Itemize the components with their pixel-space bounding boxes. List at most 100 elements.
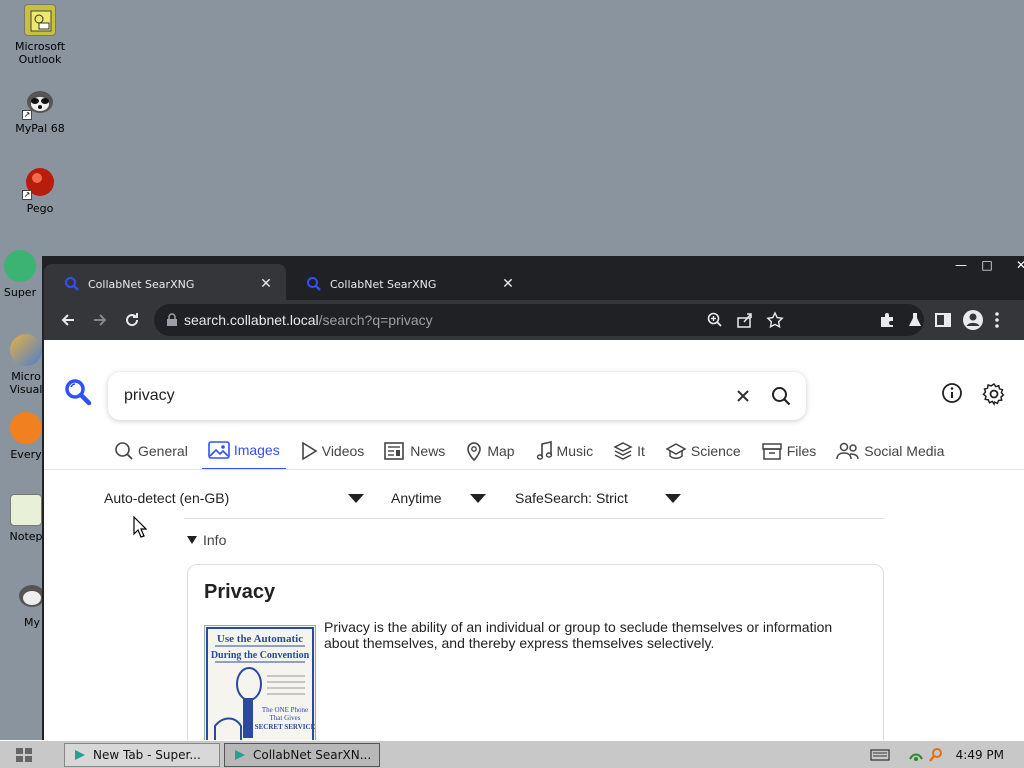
tab-searxng-1[interactable]: CollabNet SearXNG ✕ (44, 264, 286, 304)
everything-search-icon (10, 412, 42, 444)
search-icon (115, 442, 133, 460)
thumb-line-3: The ONE Phone (262, 706, 308, 714)
sidepanel-icon[interactable] (934, 311, 952, 329)
search-box[interactable]: privacy (108, 372, 806, 420)
category-tabs: General Images Videos News Map Music It … (108, 438, 958, 470)
search-submit-button[interactable] (762, 377, 800, 415)
info-toggle[interactable]: Info (187, 532, 226, 548)
start-button[interactable] (4, 743, 44, 767)
thumb-line-1: Use the Automatic (217, 633, 303, 645)
searxng-page: privacy General Images Videos News Map M… (44, 340, 1024, 740)
time-range-select[interactable]: Anytime (391, 484, 486, 512)
school-icon (665, 443, 687, 459)
taskbar-clock: 4:49 PM (955, 748, 1004, 762)
tab-label: Social Media (864, 443, 945, 459)
tab-label: Map (487, 443, 515, 459)
taskbar-item-new-tab[interactable]: New Tab - Super... (64, 743, 220, 767)
infobox: Privacy Use the Automatic During the Con… (187, 564, 884, 740)
tab-social-media[interactable]: Social Media (830, 438, 950, 470)
start-grid-icon (16, 747, 32, 762)
browser-window: — □ ✕ CollabNet SearXNG ✕ CollabNet Sear… (42, 256, 1024, 740)
tab-close-button[interactable]: ✕ (258, 276, 274, 292)
arrow-left-icon (61, 314, 74, 326)
browser-app-icon (235, 750, 245, 760)
searxng-logo-icon[interactable] (64, 378, 92, 406)
notepad-icon (10, 494, 42, 526)
shortcut-arrow-icon: ↗ (22, 190, 32, 200)
visual-studio-icon (10, 334, 42, 366)
share-icon[interactable] (736, 311, 754, 329)
desktop-icon-pego[interactable]: ↗ Pego (0, 166, 80, 215)
info-toggle-label: Info (203, 532, 227, 548)
desktop-icon-label: Pego (26, 202, 54, 215)
people-icon (836, 442, 860, 460)
arrow-right-icon (94, 314, 107, 326)
safesearch-value: SafeSearch: Strict (515, 490, 628, 506)
tab-searxng-2[interactable]: CollabNet SearXNG ✕ (286, 264, 528, 304)
zoom-icon[interactable] (706, 311, 724, 329)
chevron-down-icon (665, 493, 681, 503)
pego-icon: ↗ (22, 166, 56, 200)
desktop-icon-mypal[interactable]: ↗ MyPal 68 (0, 86, 80, 135)
thumb-line-5: SECRET SERVICE (255, 723, 315, 731)
infobox-image[interactable]: Use the Automatic During the Convention … (204, 625, 316, 740)
tab-science[interactable]: Science (659, 438, 747, 470)
tab-news[interactable]: News (378, 438, 451, 470)
tab-label: Images (233, 442, 280, 458)
tab-videos[interactable]: Videos (294, 438, 371, 470)
tab-close-button[interactable]: ✕ (500, 276, 516, 292)
tab-map[interactable]: Map (459, 438, 520, 470)
thumb-line-2: During the Convention (211, 650, 310, 661)
info-about-icon[interactable] (941, 382, 963, 404)
lock-icon (167, 313, 177, 326)
tab-label: News (410, 443, 446, 459)
time-range-value: Anytime (391, 490, 442, 506)
map-pin-icon (467, 442, 482, 461)
back-button[interactable] (52, 304, 84, 336)
language-select[interactable]: Auto-detect (en-GB) (104, 484, 364, 512)
play-icon (301, 441, 318, 461)
close-icon (737, 390, 749, 402)
search-tray-icon[interactable] (928, 747, 944, 763)
infobox-description: Privacy is the ability of an individual … (324, 619, 833, 651)
tab-images[interactable]: Images (201, 438, 286, 470)
tab-it[interactable]: It (607, 438, 651, 470)
profile-avatar-icon[interactable] (962, 309, 984, 331)
url-path: /search?q=privacy (318, 312, 433, 328)
url-text: search.collabnet.local/search?q=privacy (184, 312, 433, 328)
triangle-down-icon (187, 536, 197, 544)
reload-button[interactable] (116, 304, 148, 336)
safesearch-select[interactable]: SafeSearch: Strict (515, 484, 681, 512)
clear-search-button[interactable] (724, 377, 762, 415)
layers-icon (613, 442, 633, 460)
taskbar-item-label: New Tab - Super... (93, 748, 201, 762)
tab-files[interactable]: Files (755, 438, 823, 470)
outlook-icon (24, 4, 56, 36)
shortcut-arrow-icon: ↗ (22, 110, 32, 120)
archive-icon (761, 443, 782, 460)
address-bar[interactable]: search.collabnet.local/search?q=privacy (154, 304, 924, 336)
forward-button[interactable] (84, 304, 116, 336)
chevron-down-icon (348, 493, 364, 503)
tab-general[interactable]: General (108, 438, 194, 470)
super-app-icon (4, 250, 36, 282)
tab-music[interactable]: Music (529, 438, 600, 470)
filters-divider (184, 518, 884, 519)
keyboard-icon[interactable] (870, 748, 890, 762)
extensions-puzzle-icon[interactable] (878, 311, 896, 329)
omnibox-actions (706, 304, 784, 336)
menu-kebab-icon[interactable] (994, 311, 1000, 329)
bookmark-star-icon[interactable] (766, 311, 784, 329)
taskbar-item-searxng[interactable]: CollabNet SearXN... (224, 743, 380, 767)
labs-flask-icon[interactable] (906, 311, 924, 329)
system-tray: 4:49 PM (870, 743, 1024, 767)
settings-gear-icon[interactable] (982, 382, 1006, 406)
desktop-icon-outlook[interactable]: Microsoft Outlook (0, 4, 80, 66)
tab-label: Files (786, 443, 817, 459)
tab-title: CollabNet SearXNG (330, 277, 437, 291)
search-input[interactable]: privacy (124, 387, 724, 405)
network-icon[interactable] (908, 747, 924, 763)
browser-toolbar: search.collabnet.local/search?q=privacy (44, 300, 1024, 340)
searxng-favicon-icon (65, 277, 79, 291)
extension-icons (878, 304, 1000, 336)
